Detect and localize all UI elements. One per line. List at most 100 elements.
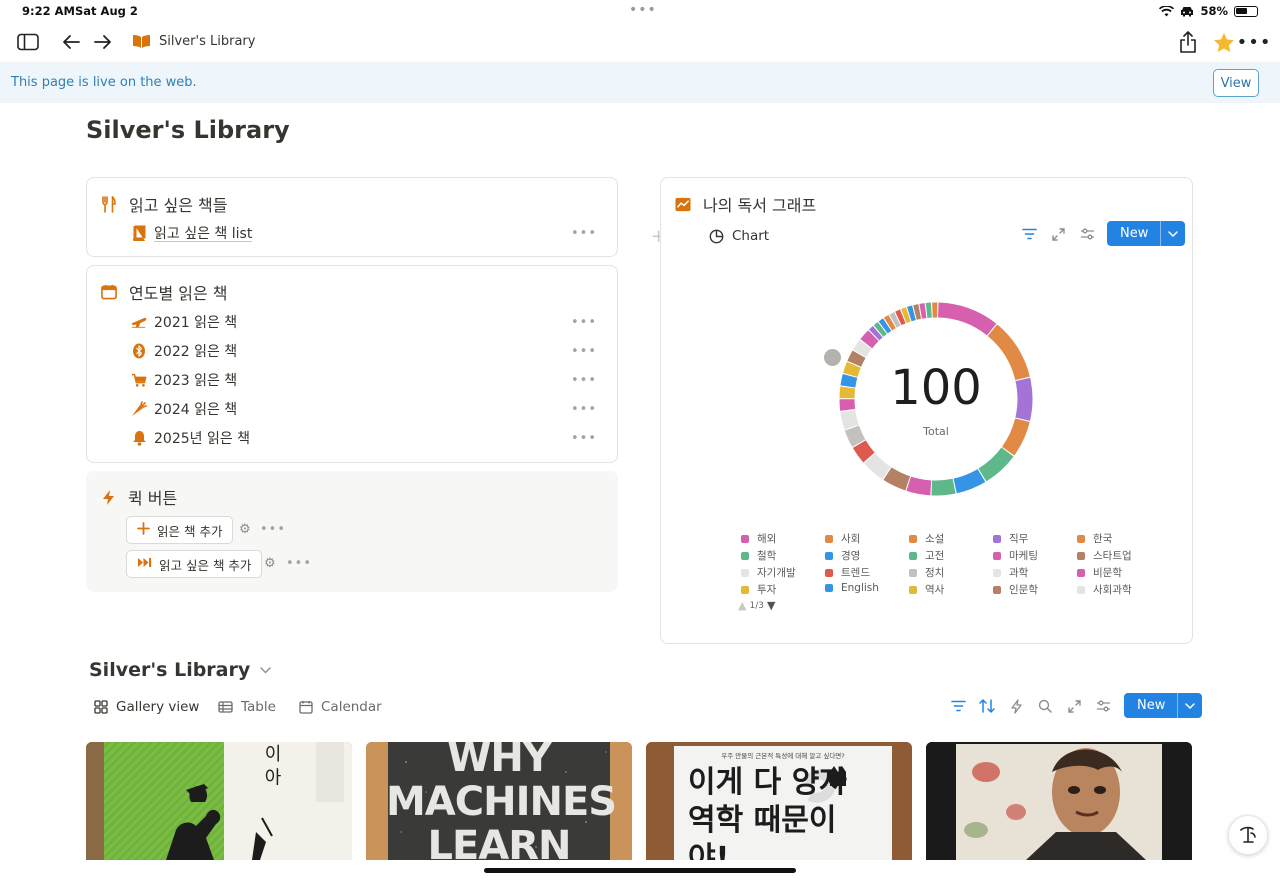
gallery-card-painting-cover[interactable] <box>926 742 1192 860</box>
caret-down-icon[interactable]: ▼ <box>767 599 775 612</box>
tab-calendar[interactable]: Calendar <box>299 699 382 715</box>
pie-slice[interactable] <box>889 312 901 328</box>
chevron-down-icon[interactable] <box>260 666 271 674</box>
pie-slice[interactable] <box>913 304 922 320</box>
more-options-icon[interactable]: ••• <box>571 226 597 241</box>
pie-slice[interactable] <box>906 476 932 496</box>
pie-slice[interactable] <box>864 453 891 480</box>
legend-pager[interactable]: ▲ 1/3 ▼ <box>738 599 775 612</box>
legend-item[interactable]: 철학 <box>741 548 776 563</box>
legend-item[interactable]: English <box>825 582 879 594</box>
pie-slice[interactable] <box>873 322 887 337</box>
legend-item[interactable]: 해외 <box>741 531 776 546</box>
more-options-icon[interactable]: ••• <box>286 556 312 571</box>
more-options-icon[interactable]: ••• <box>571 315 597 330</box>
settings-sliders-icon[interactable] <box>1094 697 1112 715</box>
live-banner: This page is live on the web. View <box>0 62 1280 103</box>
new-button[interactable]: New <box>1107 221 1186 246</box>
legend-item[interactable]: 정치 <box>909 565 944 580</box>
gallery-card-white-cover[interactable]: 우주 만물의 근본적 특성에 대해 알고 싶다면? 이게 다 양자역학 때문이야… <box>646 742 912 860</box>
legend-item[interactable]: 직무 <box>993 531 1028 546</box>
gear-icon[interactable]: ⚙ <box>239 522 251 537</box>
pie-slice[interactable] <box>919 303 927 319</box>
breadcrumb[interactable]: Silver's Library <box>132 33 255 49</box>
more-options-icon[interactable]: ••• <box>1237 30 1271 54</box>
pie-slice[interactable] <box>931 478 956 496</box>
legend-item[interactable]: 경영 <box>825 548 860 563</box>
chart-drag-handle[interactable] <box>824 349 841 366</box>
caret-up-icon[interactable]: ▲ <box>738 599 746 612</box>
legend-item[interactable]: 사회과학 <box>1077 582 1132 597</box>
legend-item[interactable]: 자기개발 <box>741 565 796 580</box>
pie-slice[interactable] <box>953 468 986 494</box>
more-options-icon[interactable]: ••• <box>571 431 597 446</box>
list-item[interactable]: 2024 읽은 책 ••• <box>131 398 597 420</box>
more-options-icon[interactable]: ••• <box>571 402 597 417</box>
list-item[interactable]: 2021 읽은 책 ••• <box>131 311 597 333</box>
gallery-card-green-cover[interactable]: 이 아 <box>86 742 352 860</box>
legend-item[interactable]: 투자 <box>741 582 776 597</box>
pie-slice[interactable] <box>868 326 883 341</box>
sort-icon[interactable] <box>978 697 996 715</box>
gear-icon[interactable]: ⚙ <box>264 556 276 571</box>
legend-item[interactable]: 비문학 <box>1077 565 1122 580</box>
tab-table[interactable]: Table <box>218 699 276 715</box>
view-button[interactable]: View <box>1213 69 1259 97</box>
pie-slice[interactable] <box>907 305 916 322</box>
legend-item[interactable]: 한국 <box>1077 531 1112 546</box>
forward-arrow-icon[interactable] <box>91 30 115 54</box>
expand-icon[interactable] <box>1049 225 1067 243</box>
legend-item[interactable]: 사회 <box>825 531 860 546</box>
pie-slice[interactable] <box>883 467 911 491</box>
list-item[interactable]: 2025년 읽은 책 ••• <box>131 427 597 449</box>
pie-slice[interactable] <box>878 318 892 334</box>
add-want-to-read-button[interactable]: 읽고 싶은 책 추가 <box>126 550 263 578</box>
filter-icon[interactable] <box>1020 225 1038 243</box>
legend-item[interactable]: 역사 <box>909 582 944 597</box>
more-options-icon[interactable]: ••• <box>571 373 597 388</box>
filter-icon[interactable] <box>949 697 967 715</box>
chevron-down-icon[interactable] <box>1161 230 1185 237</box>
list-item[interactable]: 2023 읽은 책 ••• <box>131 369 597 391</box>
pie-slice[interactable] <box>853 339 872 358</box>
tab-chart[interactable]: Chart <box>709 228 769 244</box>
database-title[interactable]: Silver's Library <box>89 659 271 681</box>
legend-item[interactable]: 고전 <box>909 548 944 563</box>
more-options-icon[interactable]: ••• <box>260 522 286 537</box>
legend-label: 철학 <box>757 550 777 562</box>
pie-slice[interactable] <box>978 447 1014 482</box>
chevron-down-icon[interactable] <box>1178 702 1202 709</box>
search-icon[interactable] <box>1036 697 1054 715</box>
tab-gallery-view[interactable]: Gallery view <box>94 699 199 715</box>
gallery-card-dark-cover[interactable]: WHY MACHINES LEARN <box>366 742 632 860</box>
home-indicator <box>484 868 796 873</box>
legend-item[interactable]: 인문학 <box>993 582 1038 597</box>
legend-swatch <box>1077 534 1085 543</box>
pie-slice[interactable] <box>937 302 997 336</box>
back-arrow-icon[interactable] <box>59 30 83 54</box>
help-assistant-button[interactable] <box>1228 815 1268 855</box>
list-item[interactable]: 읽고 싶은 책 list ••• <box>131 222 597 244</box>
pie-slice[interactable] <box>901 307 911 324</box>
more-options-icon[interactable]: ••• <box>571 344 597 359</box>
legend-item[interactable]: 소설 <box>909 531 944 546</box>
pie-slice[interactable] <box>883 315 896 331</box>
legend-item[interactable]: 마케팅 <box>993 548 1038 563</box>
expand-icon[interactable] <box>1065 697 1083 715</box>
legend-item[interactable]: 트렌드 <box>825 565 870 580</box>
sidebar-toggle-icon[interactable] <box>16 30 40 54</box>
pie-slice[interactable] <box>852 440 875 463</box>
lightning-icon[interactable] <box>1007 697 1025 715</box>
settings-sliders-icon[interactable] <box>1078 225 1096 243</box>
pie-slice[interactable] <box>860 330 879 349</box>
multitask-dots-icon[interactable]: ••• <box>629 2 657 18</box>
legend-item[interactable]: 스타트업 <box>1077 548 1132 563</box>
add-read-book-button[interactable]: 읽은 책 추가 <box>126 516 234 544</box>
favorite-star-icon[interactable] <box>1212 30 1236 54</box>
legend-item[interactable]: 과학 <box>993 565 1028 580</box>
list-item[interactable]: 2022 읽은 책 ••• <box>131 340 597 362</box>
share-icon[interactable] <box>1176 30 1200 54</box>
breadcrumb-title: Silver's Library <box>159 33 256 49</box>
new-button[interactable]: New <box>1124 693 1203 718</box>
pie-slice[interactable] <box>895 309 906 326</box>
